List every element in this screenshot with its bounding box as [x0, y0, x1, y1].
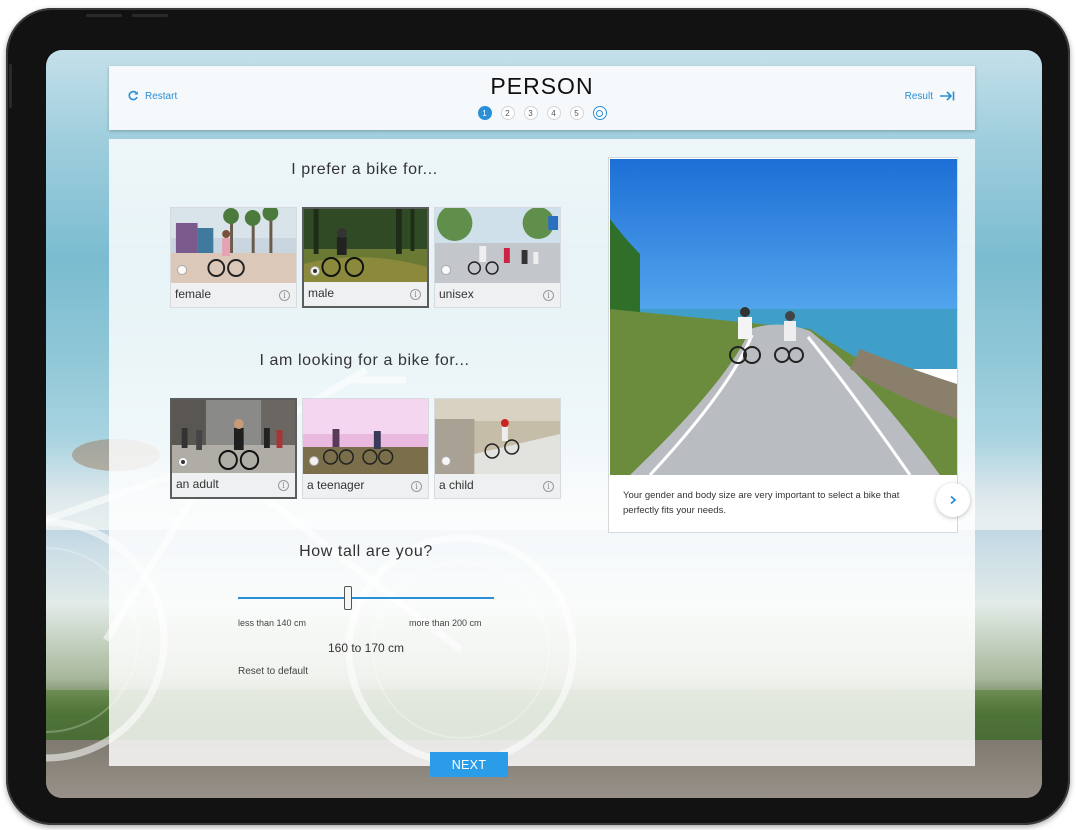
option-label: male	[308, 286, 335, 300]
hardware-button	[132, 14, 168, 17]
info-icon[interactable]: i	[543, 481, 554, 492]
hardware-button	[86, 14, 122, 17]
step-1[interactable]: 1	[477, 106, 492, 120]
age-options: an adult i a teenager i a child i	[170, 398, 561, 499]
info-description: Your gender and body size are very impor…	[623, 490, 900, 516]
result-button[interactable]: Result	[905, 90, 955, 102]
slider-track[interactable]	[238, 597, 494, 599]
gender-options: female i male i unisex i	[170, 207, 561, 308]
radio-teenager[interactable]	[309, 456, 319, 466]
step-2[interactable]: 2	[500, 106, 515, 120]
step-4[interactable]: 4	[546, 106, 561, 120]
option-label: an adult	[176, 477, 219, 491]
option-label: female	[175, 287, 212, 301]
unisex-photo	[435, 208, 560, 283]
adult-photo	[172, 400, 295, 473]
info-icon[interactable]: i	[411, 481, 422, 492]
screen: Restart PERSON 1 2 3 4 5 Result I prefer…	[46, 50, 1042, 798]
cyclists-photo	[610, 159, 957, 475]
reset-default-link[interactable]: Reset to default	[238, 666, 308, 677]
slider-max-label: more than 200 cm	[409, 618, 482, 628]
next-info-button[interactable]	[936, 483, 970, 517]
option-unisex[interactable]: unisex i	[434, 207, 561, 308]
height-slider[interactable]	[238, 584, 494, 612]
step-5[interactable]: 5	[569, 106, 584, 120]
info-icon[interactable]: i	[543, 290, 554, 301]
wizard-header: Restart PERSON 1 2 3 4 5 Result	[109, 66, 975, 130]
hardware-button	[9, 64, 12, 108]
chevron-right-icon	[950, 495, 957, 505]
option-label: a teenager	[307, 478, 365, 492]
slider-min-label: less than 140 cm	[238, 618, 307, 628]
step-indicator: 1 2 3 4 5	[109, 106, 975, 120]
option-adult[interactable]: an adult i	[170, 398, 297, 499]
info-icon[interactable]: i	[410, 289, 421, 300]
result-circle-icon	[596, 109, 603, 117]
option-label: unisex	[439, 287, 474, 301]
page-title: PERSON	[490, 73, 594, 99]
slider-handle[interactable]	[344, 586, 352, 610]
arrow-to-end-icon	[940, 91, 955, 101]
teenager-photo	[303, 399, 428, 474]
option-teenager[interactable]: a teenager i	[302, 398, 429, 499]
next-button[interactable]: NEXT	[430, 752, 508, 777]
info-card: Your gender and body size are very impor…	[608, 157, 958, 533]
radio-adult[interactable]	[178, 457, 188, 467]
female-photo	[171, 208, 296, 283]
step-result[interactable]	[592, 106, 607, 120]
info-icon[interactable]: i	[278, 480, 289, 491]
option-label: a child	[439, 478, 474, 492]
tablet-frame: Restart PERSON 1 2 3 4 5 Result I prefer…	[6, 8, 1070, 825]
male-photo	[304, 209, 427, 282]
gender-question: I prefer a bike for...	[291, 161, 438, 178]
info-icon[interactable]: i	[279, 290, 290, 301]
question-panel: I prefer a bike for... female i male i u…	[109, 139, 975, 777]
result-label: Result	[904, 90, 933, 102]
child-photo	[435, 399, 560, 474]
radio-female[interactable]	[177, 265, 187, 275]
age-question: I am looking for a bike for...	[259, 352, 470, 369]
radio-unisex[interactable]	[441, 265, 451, 275]
height-value: 160 to 170 cm	[327, 641, 405, 655]
option-child[interactable]: a child i	[434, 398, 561, 499]
step-3[interactable]: 3	[523, 106, 538, 120]
option-male[interactable]: male i	[302, 207, 429, 308]
height-question: How tall are you?	[299, 543, 433, 560]
option-female[interactable]: female i	[170, 207, 297, 308]
radio-male[interactable]	[310, 266, 320, 276]
radio-child[interactable]	[441, 456, 451, 466]
